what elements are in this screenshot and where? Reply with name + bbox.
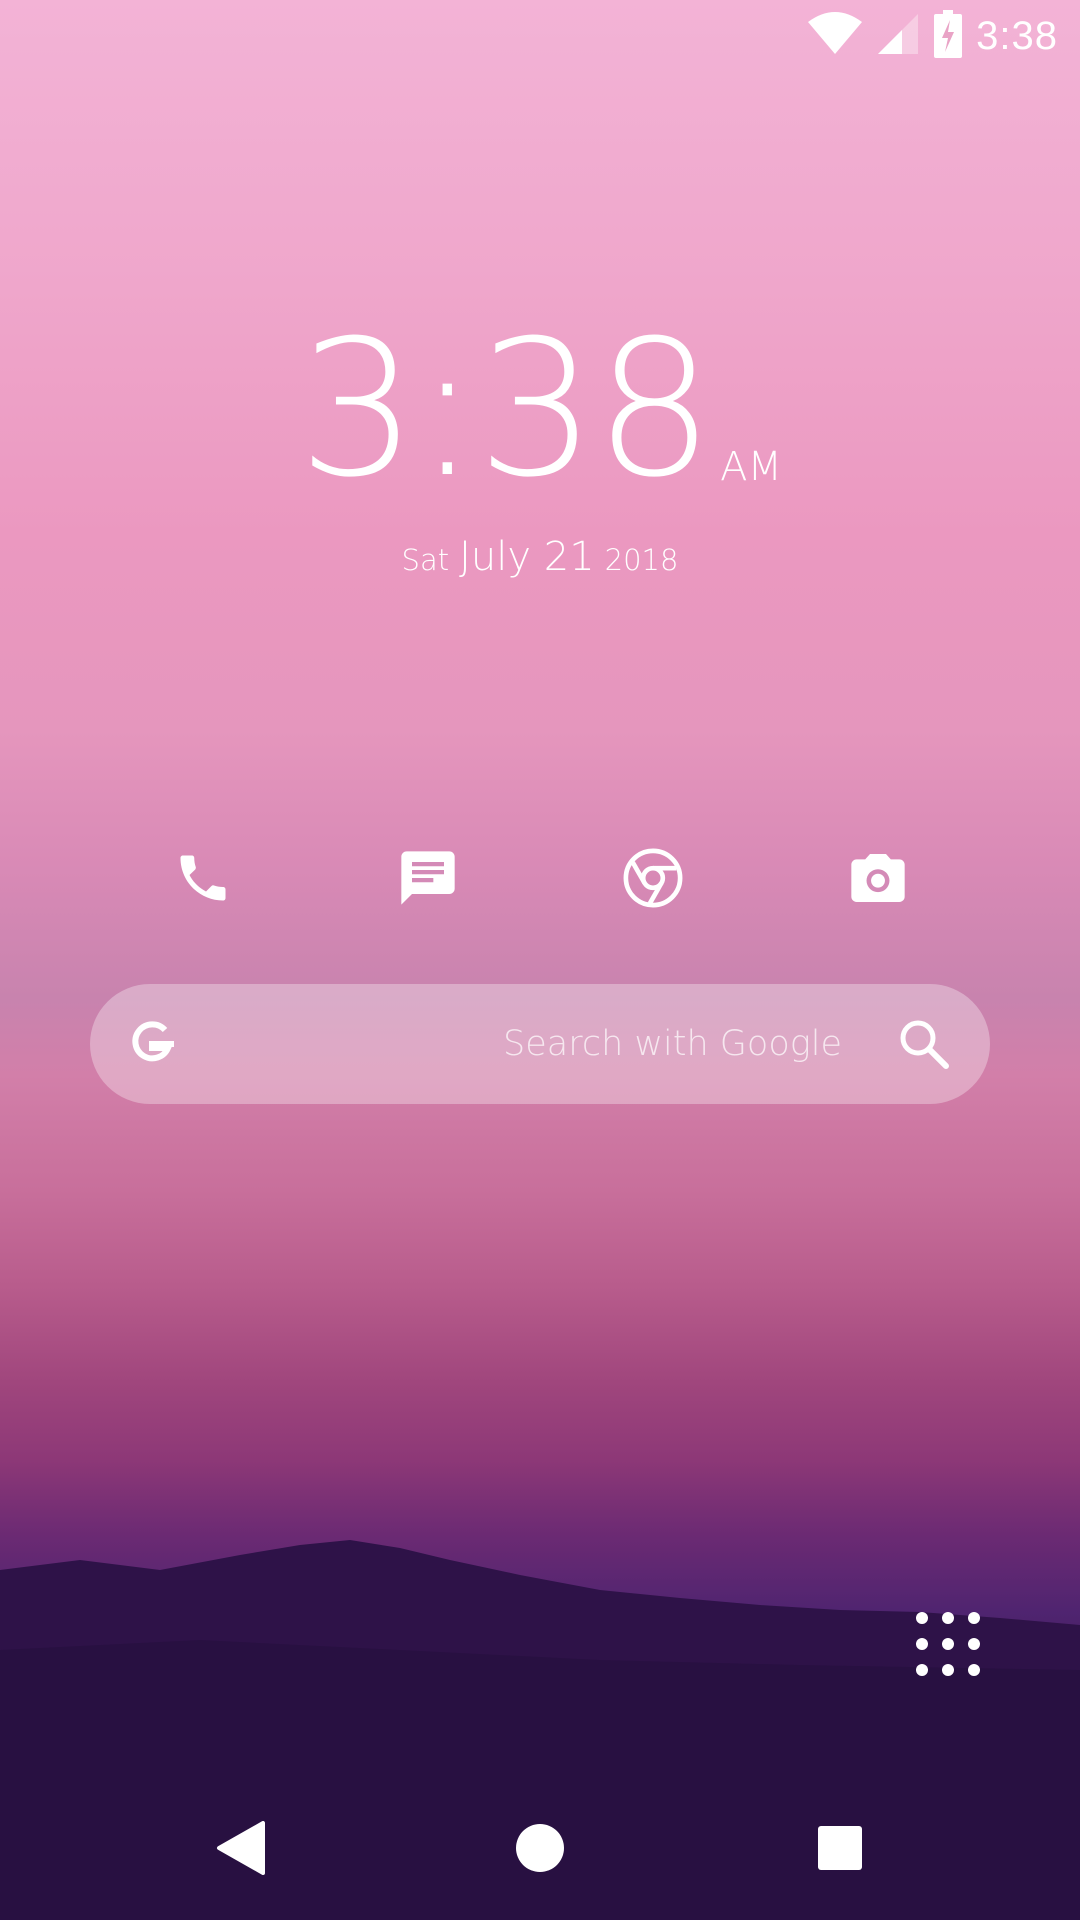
message-icon xyxy=(401,851,455,905)
status-time: 3:38 xyxy=(976,13,1058,58)
phone-app-button[interactable] xyxy=(163,838,243,918)
search-icon[interactable] xyxy=(894,1014,954,1074)
camera-app-button[interactable] xyxy=(838,838,918,918)
cell-signal-icon xyxy=(876,12,920,60)
status-bar: 3:38 xyxy=(0,0,1080,72)
status-icons: 3:38 xyxy=(808,10,1058,62)
search-placeholder: Search with Google xyxy=(503,1024,842,1064)
back-button[interactable] xyxy=(168,1776,312,1920)
home-button[interactable] xyxy=(468,1776,612,1920)
messages-app-button[interactable] xyxy=(388,838,468,918)
date-row: Sat July 21 2018 xyxy=(402,534,679,580)
wifi-icon xyxy=(808,12,863,60)
recents-button[interactable] xyxy=(768,1776,912,1920)
clock-widget[interactable]: 3:38 AM Sat July 21 2018 xyxy=(0,300,1080,581)
recents-icon xyxy=(818,1826,862,1870)
date-month-day: July 21 xyxy=(459,534,595,580)
home-screen: 3:38 3:38 AM Sat July 21 2018 Search wit… xyxy=(0,0,1080,1920)
camera-icon xyxy=(851,854,905,902)
battery-charging-icon xyxy=(934,10,963,62)
phone-icon xyxy=(180,855,226,901)
clock-row: 3:38 AM xyxy=(297,300,783,519)
date-day-of-week: Sat xyxy=(401,543,450,577)
home-icon xyxy=(516,1824,564,1872)
clock-time: 3:38 xyxy=(297,300,714,519)
clock-ampm: AM xyxy=(720,444,783,490)
google-search-bar[interactable]: Search with Google xyxy=(90,984,990,1104)
date-year: 2018 xyxy=(604,543,679,577)
apps-grid-icon[interactable] xyxy=(912,1608,984,1680)
google-g-icon xyxy=(132,1021,174,1062)
chrome-icon xyxy=(623,848,683,908)
dock xyxy=(0,838,1080,918)
back-icon xyxy=(217,1821,265,1875)
navigation-bar xyxy=(0,1776,1080,1920)
chrome-app-button[interactable] xyxy=(613,838,693,918)
